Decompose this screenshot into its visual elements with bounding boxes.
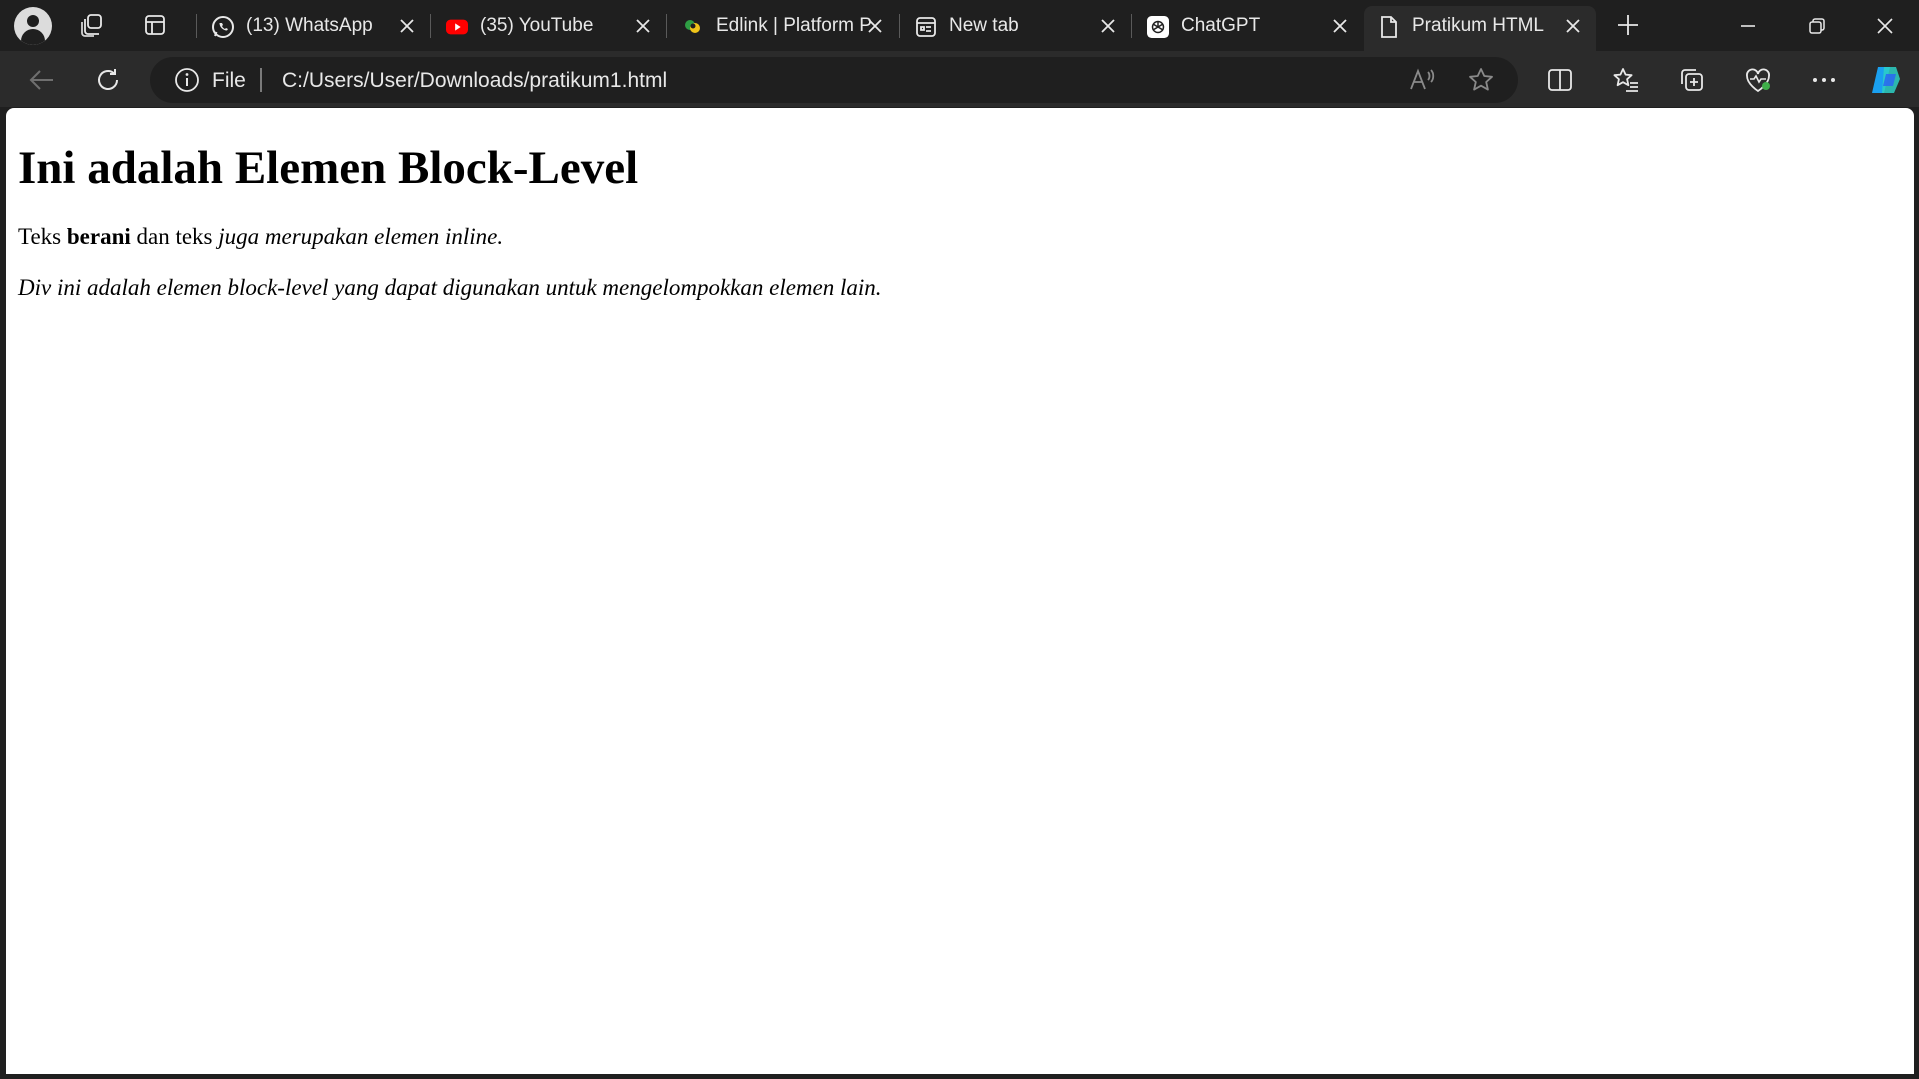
close-icon[interactable]	[396, 15, 418, 37]
tab-pratikum-html[interactable]: Pratikum HTML	[1364, 6, 1596, 51]
more-options-icon[interactable]	[1804, 60, 1844, 100]
tab-title: (35) YouTube	[480, 15, 594, 36]
tab-whatsapp[interactable]: (13) WhatsApp	[198, 6, 428, 46]
address-separator	[260, 68, 262, 92]
paragraph-div-block: Div ini adalah elemen block-level yang d…	[18, 275, 882, 300]
whatsapp-icon	[212, 16, 234, 38]
back-arrow-icon[interactable]	[22, 60, 62, 100]
restore-icon[interactable]	[1783, 0, 1851, 51]
tab-actions-icon[interactable]	[136, 7, 174, 43]
workspaces-icon[interactable]	[73, 7, 111, 43]
paragraph-text: Teks	[18, 224, 67, 249]
tab-edlink[interactable]: Edlink | Platform P	[668, 6, 898, 46]
close-icon[interactable]	[632, 15, 654, 37]
paragraph-inline-elements: Teks berani dan teks juga merupakan elem…	[18, 224, 503, 250]
scheme-label[interactable]: File	[212, 69, 246, 93]
tab-youtube[interactable]: (35) YouTube	[432, 6, 664, 46]
favorites-icon[interactable]	[1606, 60, 1646, 100]
browser-toolbar: File C:/Users/User/Downloads/pratikum1.h…	[0, 51, 1919, 107]
tab-strip: (13) WhatsApp (35) YouTube Edlink | Plat…	[0, 0, 1919, 51]
tab-chatgpt[interactable]: ChatGPT	[1133, 6, 1363, 46]
tab-new-tab[interactable]: New tab	[901, 6, 1131, 46]
url-text[interactable]: C:/Users/User/Downloads/pratikum1.html	[282, 69, 667, 93]
copilot-icon[interactable]	[1866, 60, 1906, 100]
tab-title: (13) WhatsApp	[246, 15, 373, 36]
italic-text: juga merupakan elemen inline.	[218, 224, 504, 249]
close-window-icon[interactable]	[1851, 0, 1919, 51]
page-viewport: Ini adalah Elemen Block-Level Teks beran…	[6, 108, 1914, 1074]
collections-icon[interactable]	[1672, 60, 1712, 100]
address-bar[interactable]: File C:/Users/User/Downloads/pratikum1.h…	[150, 57, 1518, 103]
chatgpt-icon	[1147, 16, 1169, 38]
new-tab-icon	[915, 16, 937, 38]
page-heading: Ini adalah Elemen Block-Level	[18, 142, 639, 194]
close-icon[interactable]	[1097, 15, 1119, 37]
close-icon[interactable]	[1329, 15, 1351, 37]
new-tab-plus-icon[interactable]	[1609, 7, 1647, 43]
read-aloud-icon[interactable]	[1402, 60, 1442, 100]
split-screen-icon[interactable]	[1540, 60, 1580, 100]
bold-text: berani	[66, 224, 131, 249]
edlink-icon	[682, 16, 704, 38]
document-icon	[1378, 16, 1400, 38]
tab-title: ChatGPT	[1181, 15, 1261, 36]
favorite-star-icon[interactable]	[1461, 60, 1501, 100]
profile-avatar[interactable]	[14, 7, 52, 45]
info-icon[interactable]	[174, 67, 200, 93]
close-icon[interactable]	[1562, 15, 1584, 37]
browser-essentials-icon[interactable]	[1738, 60, 1778, 100]
paragraph-text: dan teks	[130, 224, 219, 249]
tab-title: New tab	[949, 15, 1019, 36]
close-icon[interactable]	[864, 15, 886, 37]
youtube-icon	[446, 16, 468, 38]
tab-title: Pratikum HTML	[1412, 15, 1544, 36]
refresh-icon[interactable]	[88, 60, 128, 100]
minimize-icon[interactable]	[1714, 0, 1782, 51]
tab-title: Edlink | Platform P	[716, 15, 872, 36]
